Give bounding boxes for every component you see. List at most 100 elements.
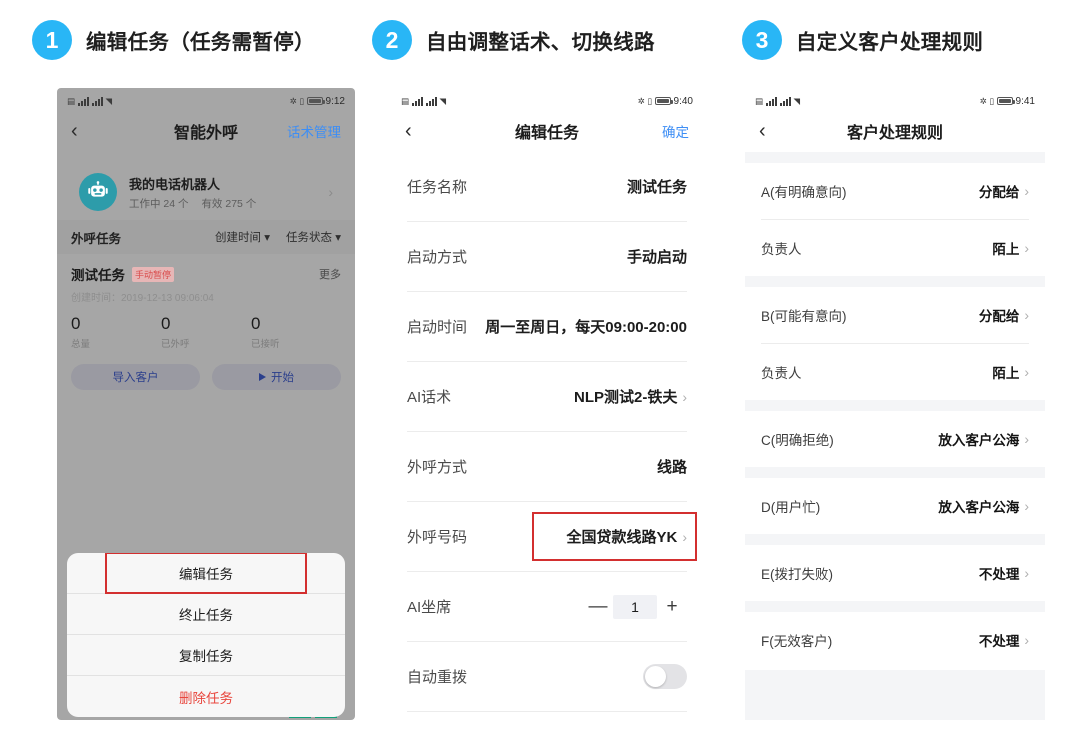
auto-redial-toggle[interactable] [643, 664, 687, 689]
action-copy-task[interactable]: 复制任务 [67, 635, 345, 676]
step-header-3: 3 自定义客户处理规则 [742, 20, 983, 60]
rule-row-b-owner[interactable]: 负责人 陌上 › [745, 344, 1045, 400]
rule-row-b-owner-value: 陌上 [992, 366, 1020, 381]
stepper-plus-button[interactable]: + [657, 596, 687, 618]
robot-icon [79, 173, 117, 211]
empty-area [745, 670, 1045, 720]
chevron-right-icon: › [1024, 565, 1029, 581]
row-task-name-label: 任务名称 [407, 179, 468, 196]
stat-total-value: 0 [71, 314, 81, 333]
highlight-box [532, 512, 697, 561]
robot-working-count: 工作中 24 个 [129, 197, 189, 210]
chevron-right-icon: › [1024, 240, 1029, 256]
group-spacer [745, 400, 1045, 411]
stepper-minus-button[interactable]: — [583, 596, 613, 618]
stat-answered: 0 已接听 [251, 314, 341, 350]
rule-row-d[interactable]: D(用户忙) 放入客户公海 › [745, 478, 1045, 534]
signal-icon-2 [91, 96, 103, 106]
task-stats: 0 总量 0 已外呼 0 已接听 [71, 314, 341, 350]
import-customers-button[interactable]: 导入客户 [71, 364, 200, 390]
stepper-value[interactable]: 1 [613, 594, 657, 619]
status-time-3: 9:41 [1015, 95, 1035, 107]
chevron-right-icon: › [1024, 183, 1029, 199]
action-sheet: 编辑任务 终止任务 复制任务 删除任务 取消 [67, 553, 345, 720]
customer-rules-list: A(有明确意向) 分配给 › 负责人 陌上 › B(可能有意向) 分配给 › 负责人 … [745, 152, 1045, 720]
row-ai-script[interactable]: AI话术 NLP测试2-铁夫 › [391, 362, 703, 431]
outbound-task-label: 外呼任务 [71, 231, 122, 246]
row-call-mode[interactable]: 外呼方式 线路 [391, 432, 703, 501]
chevron-right-icon: › [1024, 498, 1029, 514]
rule-row-a-owner[interactable]: 负责人 陌上 › [745, 220, 1045, 276]
phone1-body: 我的电话机器人 工作中 24 个 有效 275 个 › 外呼任务 创建时间 ▾ … [57, 164, 355, 720]
sort-by-create-time[interactable]: 创建时间 ▾ [215, 229, 270, 245]
chevron-right-icon: › [328, 184, 333, 200]
group-spacer [745, 534, 1045, 545]
task-name: 测试任务 [71, 268, 125, 283]
row-start-time[interactable]: 启动时间 周一至周日，每天09:00-20:00 [391, 292, 703, 361]
status-time-2: 9:40 [673, 95, 693, 107]
page-title-3: 客户处理规则 [846, 125, 943, 142]
nav-bar-2: ‹ 编辑任务 确定 [391, 110, 703, 152]
step-badge-1: 1 [32, 20, 72, 60]
confirm-button[interactable]: 确定 [662, 121, 689, 141]
rule-row-d-label: D(用户忙) [761, 500, 821, 515]
script-management-link[interactable]: 话术管理 [287, 121, 341, 141]
rule-row-b-owner-label: 负责人 [761, 366, 802, 381]
step-header-2: 2 自由调整话术、切换线路 [372, 20, 655, 60]
back-icon[interactable]: ‹ [759, 121, 766, 141]
row-call-number-label: 外呼号码 [407, 529, 468, 546]
action-edit-task[interactable]: 编辑任务 [67, 553, 345, 594]
signal-icon-2 [425, 96, 437, 106]
stat-answered-label: 已接听 [250, 339, 280, 350]
stat-dialed: 0 已外呼 [161, 314, 251, 350]
action-delete-task[interactable]: 删除任务 [67, 676, 345, 717]
row-start-time-value: 周一至周日，每天09:00-20:00 [485, 319, 687, 336]
row-customer-rules[interactable]: 客户处理规则 › [391, 712, 703, 720]
row-call-mode-label: 外呼方式 [407, 459, 468, 476]
row-start-mode-value: 手动启动 [626, 249, 687, 266]
filter-task-status[interactable]: 任务状态 ▾ [286, 229, 341, 245]
rule-row-e[interactable]: E(拨打失败) 不处理 › [745, 545, 1045, 601]
row-start-mode-label: 启动方式 [407, 249, 468, 266]
rule-row-a[interactable]: A(有明确意向) 分配给 › [745, 163, 1045, 219]
phone-screenshot-3: ▤ ◥ ✲ ▯ 9:41 ‹ 客户处理规则 A(有明确意向) 分配给 › 负责人… [745, 88, 1045, 720]
chevron-right-icon: › [1024, 364, 1029, 380]
stat-dialed-value: 0 [160, 314, 171, 333]
start-task-label: 开始 [271, 372, 294, 384]
vibrate-icon: ▯ [299, 95, 304, 106]
edit-task-form: 任务名称 测试任务 启动方式 手动启动 启动时间 周一至周日，每天09:00-2… [391, 152, 703, 720]
rule-row-f[interactable]: F(无效客户) 不处理 › [745, 612, 1045, 668]
back-icon[interactable]: ‹ [71, 121, 78, 141]
highlight-box [105, 553, 307, 594]
more-button[interactable]: 更多 [319, 266, 341, 282]
back-icon[interactable]: ‹ [405, 121, 412, 141]
action-copy-task-label: 复制任务 [179, 649, 233, 664]
rule-row-c[interactable]: C(明确拒绝) 放入客户公海 › [745, 411, 1045, 467]
wifi-icon: ◥ [793, 95, 801, 106]
signal-icon-1 [765, 96, 777, 106]
import-customers-label: 导入客户 [112, 372, 159, 384]
step-title-3: 自定义客户处理规则 [796, 31, 984, 54]
row-task-name[interactable]: 任务名称 测试任务 [391, 152, 703, 221]
row-start-mode[interactable]: 启动方式 手动启动 [391, 222, 703, 291]
action-sheet-group: 编辑任务 终止任务 复制任务 删除任务 [67, 553, 345, 717]
rule-row-a-value: 分配给 [978, 185, 1020, 200]
group-spacer [745, 601, 1045, 612]
row-ai-seats-label: AI坐席 [407, 599, 452, 616]
sim-icon: ▤ [755, 95, 763, 106]
step-header-1: 1 编辑任务（任务需暂停） [32, 20, 315, 60]
chevron-right-icon: › [1024, 431, 1029, 447]
start-task-button[interactable]: 开始 [212, 364, 341, 390]
rule-row-b[interactable]: B(可能有意向) 分配给 › [745, 287, 1045, 343]
step-title-2: 自由调整话术、切换线路 [426, 31, 655, 54]
task-filter-bar: 外呼任务 创建时间 ▾ 任务状态 ▾ [57, 220, 355, 254]
action-delete-task-label: 删除任务 [179, 690, 233, 706]
battery-icon [654, 97, 673, 105]
chevron-right-icon: › [682, 388, 687, 405]
rule-row-a-owner-value: 陌上 [992, 242, 1020, 257]
row-call-number[interactable]: 外呼号码 全国贷款线路YK › [391, 502, 703, 571]
rule-row-b-value: 分配给 [978, 309, 1020, 324]
action-stop-task[interactable]: 终止任务 [67, 594, 345, 635]
task-card[interactable]: 测试任务 手动暂停 更多 创建时间：2019-12-13 09:06:04 0 … [57, 254, 355, 390]
robot-card[interactable]: 我的电话机器人 工作中 24 个 有效 275 个 › [69, 164, 343, 220]
